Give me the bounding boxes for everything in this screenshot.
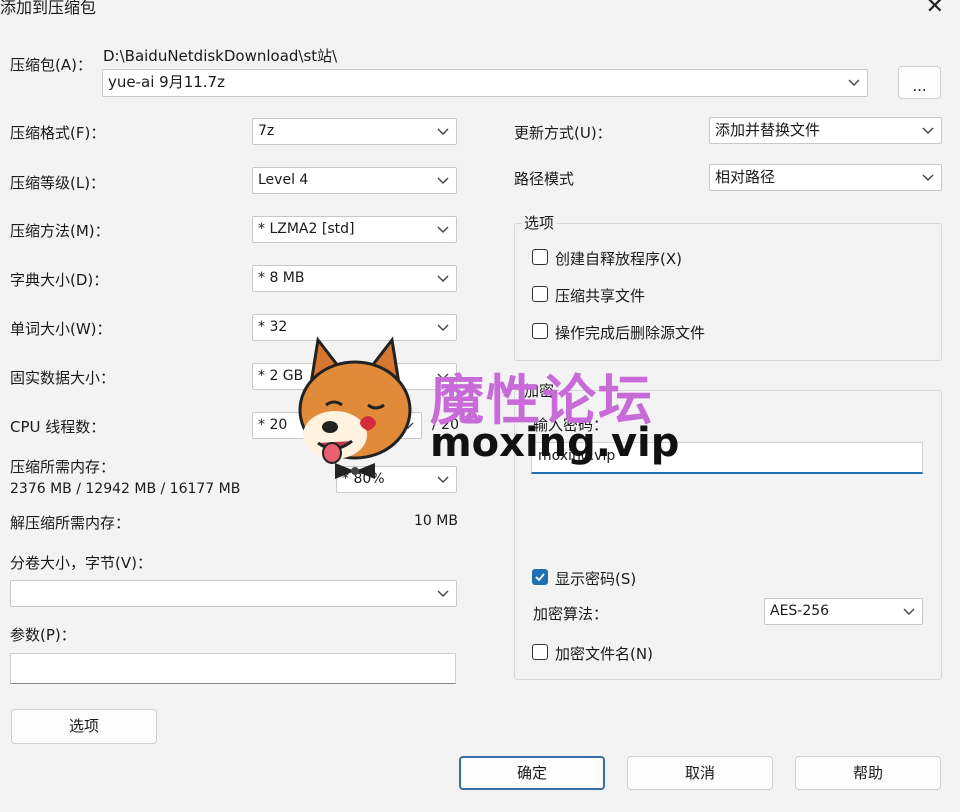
memory-detail: 2376 MB / 12942 MB / 16177 MB	[10, 481, 241, 497]
update-select[interactable]: 添加并替换文件	[709, 117, 942, 144]
chevron-down-icon	[437, 177, 449, 184]
encrypt-names-checkbox[interactable]	[532, 644, 548, 660]
method-label: 压缩方法(M)：	[10, 222, 110, 240]
format-value: 7z	[258, 123, 275, 139]
volume-select[interactable]	[10, 580, 457, 607]
ok-button[interactable]: 确定	[459, 756, 605, 790]
archive-filename-combobox[interactable]: yue-ai 9月11.7z	[102, 69, 868, 97]
shiba-mascot-logo	[298, 336, 412, 479]
params-input[interactable]	[10, 653, 456, 684]
decomp-label: 解压缩所需内存：	[10, 514, 131, 532]
word-value: * 32	[258, 319, 288, 335]
options-group-title: 选项	[522, 212, 557, 233]
format-select[interactable]: 7z	[252, 118, 457, 145]
delete-source-checkbox[interactable]	[532, 323, 548, 339]
chevron-down-icon	[848, 79, 860, 86]
volume-label: 分卷大小，字节(V)：	[10, 554, 152, 572]
memory-label: 压缩所需内存：	[10, 458, 116, 476]
pathmode-label: 路径模式	[514, 170, 575, 188]
chevron-down-icon	[437, 226, 449, 233]
help-button[interactable]: 帮助	[795, 756, 941, 790]
options-button[interactable]: 选项	[11, 709, 157, 744]
threads-label: CPU 线程数：	[10, 418, 106, 436]
chevron-down-icon	[903, 608, 915, 615]
encrypt-names-label: 加密文件名(N)	[555, 645, 653, 663]
encryption-method-label: 加密算法：	[533, 605, 609, 623]
browse-button[interactable]: ...	[898, 66, 941, 99]
show-password-label: 显示密码(S)	[555, 570, 637, 588]
chevron-down-icon	[922, 127, 934, 134]
pathmode-select[interactable]: 相对路径	[709, 164, 942, 191]
chevron-down-icon	[437, 476, 449, 483]
shared-files-label: 压缩共享文件	[555, 287, 646, 305]
word-label: 单词大小(W)：	[10, 320, 112, 338]
encryption-method-value: AES-256	[770, 603, 830, 619]
show-password-checkbox[interactable]	[532, 569, 548, 585]
params-label: 参数(P)：	[10, 626, 76, 644]
method-value: * LZMA2 [std]	[258, 221, 355, 237]
level-value: Level 4	[258, 172, 309, 188]
archive-label: 压缩包(A)：	[10, 56, 92, 74]
chevron-down-icon	[922, 174, 934, 181]
sfx-label: 创建自释放程序(X)	[555, 250, 682, 268]
shared-files-checkbox[interactable]	[532, 286, 548, 302]
update-label: 更新方式(U)：	[514, 124, 612, 142]
chevron-down-icon	[437, 324, 449, 331]
dict-label: 字典大小(D)：	[10, 271, 109, 289]
watermark-domain: moxing.vip	[430, 420, 680, 466]
level-select[interactable]: Level 4	[252, 167, 457, 194]
chevron-down-icon	[437, 275, 449, 282]
chevron-down-icon	[437, 590, 449, 597]
format-label: 压缩格式(F)：	[10, 124, 106, 142]
dict-value: * 8 MB	[258, 270, 305, 286]
close-icon[interactable]: ✕	[926, 0, 944, 20]
cancel-button[interactable]: 取消	[627, 756, 773, 790]
archive-filename-value: yue-ai 9月11.7z	[108, 73, 225, 91]
sfx-checkbox[interactable]	[532, 249, 548, 265]
dict-select[interactable]: * 8 MB	[252, 265, 457, 292]
solid-label: 固实数据大小：	[10, 369, 116, 387]
chevron-down-icon	[437, 128, 449, 135]
method-select[interactable]: * LZMA2 [std]	[252, 216, 457, 243]
update-value: 添加并替换文件	[715, 121, 821, 139]
window-title: 添加到压缩包	[0, 0, 97, 17]
archive-path: D:\BaiduNetdiskDownload\st站\	[103, 47, 338, 65]
pathmode-value: 相对路径	[715, 168, 776, 186]
decomp-value: 10 MB	[414, 513, 458, 529]
check-icon	[535, 573, 545, 582]
delete-source-label: 操作完成后删除源文件	[555, 324, 706, 342]
encryption-method-select[interactable]: AES-256	[764, 598, 923, 625]
level-label: 压缩等级(L)：	[10, 174, 106, 192]
threads-value: * 20	[258, 417, 288, 433]
